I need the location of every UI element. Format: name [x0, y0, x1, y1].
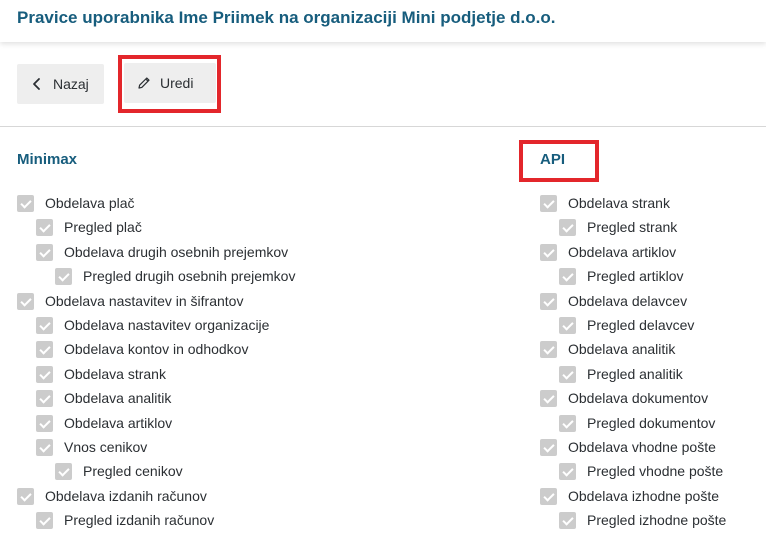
permission-label: Obdelava dokumentov — [568, 390, 709, 406]
permission-label: Pregled cenikov — [83, 463, 183, 479]
permission-item: Pregled cenikov — [55, 462, 183, 480]
checkbox[interactable] — [36, 511, 53, 529]
permission-item: Vnos cenikov — [36, 438, 147, 456]
permission-item: Obdelava analitik — [36, 389, 171, 407]
permission-item: Pregled vhodne pošte — [559, 462, 723, 480]
permission-label: Obdelava strank — [568, 195, 670, 211]
permission-item: Obdelava kontov in odhodkov — [36, 340, 248, 358]
permission-item: Pregled delavcev — [559, 316, 694, 334]
pencil-icon — [136, 75, 152, 91]
checkbox[interactable] — [559, 365, 576, 383]
permission-item: Pregled drugih osebnih prejemkov — [55, 267, 295, 285]
checkbox[interactable] — [36, 438, 53, 456]
checkbox[interactable] — [540, 389, 557, 407]
checkbox[interactable] — [17, 292, 34, 310]
permission-item: Pregled izhodne pošte — [559, 511, 726, 529]
permission-item: Pregled plač — [36, 218, 142, 236]
checkbox[interactable] — [540, 194, 557, 212]
permission-label: Obdelava analitik — [64, 390, 172, 406]
checkbox[interactable] — [559, 511, 576, 529]
permission-label: Obdelava delavcev — [568, 293, 688, 309]
checkbox[interactable] — [559, 267, 576, 285]
checkbox[interactable] — [540, 438, 557, 456]
checkbox[interactable] — [36, 365, 53, 383]
permission-label: Obdelava plač — [45, 195, 135, 211]
permission-label: Pregled vhodne pošte — [587, 463, 724, 479]
permission-item: Obdelava analitik — [540, 340, 675, 358]
permission-item: Obdelava plač — [17, 194, 135, 212]
divider — [0, 126, 766, 127]
permission-label: Obdelava analitik — [568, 341, 676, 357]
permission-label: Pregled strank — [587, 219, 678, 235]
checkbox[interactable] — [36, 340, 53, 358]
permission-label: Obdelava strank — [64, 366, 166, 382]
back-button[interactable]: Nazaj — [17, 64, 104, 104]
page-title: Pravice uporabnika Ime Priimek na organi… — [17, 8, 556, 27]
permission-item: Pregled dokumentov — [559, 414, 715, 432]
checkbox[interactable] — [540, 292, 557, 310]
edit-button[interactable]: Uredi — [124, 63, 216, 103]
chevron-left-icon — [29, 76, 45, 92]
checkbox[interactable] — [36, 218, 53, 236]
permission-item: Obdelava izdanih računov — [17, 487, 207, 505]
permission-label: Pregled plač — [64, 219, 142, 235]
permission-label: Obdelava izdanih računov — [45, 488, 207, 504]
permission-item: Obdelava artiklov — [36, 414, 172, 432]
permission-label: Obdelava artiklov — [568, 244, 677, 260]
checkbox[interactable] — [36, 389, 53, 407]
permission-item: Obdelava delavcev — [540, 292, 687, 310]
edit-button-label: Uredi — [160, 75, 194, 91]
permission-item: Pregled artiklov — [559, 267, 684, 285]
back-button-label: Nazaj — [53, 76, 89, 92]
checkbox[interactable] — [36, 316, 53, 334]
permission-label: Pregled artiklov — [587, 268, 684, 284]
permission-label: Pregled analitik — [587, 366, 683, 382]
permission-item: Obdelava dokumentov — [540, 389, 708, 407]
permission-item: Obdelava strank — [36, 365, 166, 383]
checkbox[interactable] — [540, 243, 557, 261]
permission-label: Vnos cenikov — [64, 439, 148, 455]
permission-item: Obdelava drugih osebnih prejemkov — [36, 243, 288, 261]
checkbox[interactable] — [559, 218, 576, 236]
permission-item: Pregled izdanih računov — [36, 511, 214, 529]
permission-label: Pregled dokumentov — [587, 415, 716, 431]
permission-item: Obdelava strank — [540, 194, 670, 212]
permission-item: Obdelava nastavitev in šifrantov — [17, 292, 243, 310]
permission-label: Obdelava nastavitev in šifrantov — [45, 293, 244, 309]
checkbox[interactable] — [55, 462, 72, 480]
checkbox[interactable] — [36, 414, 53, 432]
checkbox[interactable] — [36, 243, 53, 261]
checkbox[interactable] — [17, 487, 34, 505]
permission-label: Pregled drugih osebnih prejemkov — [83, 268, 296, 284]
permission-label: Pregled delavcev — [587, 317, 695, 333]
section-title-minimax: Minimax — [17, 151, 78, 168]
checkbox[interactable] — [540, 487, 557, 505]
permission-label: Obdelava drugih osebnih prejemkov — [64, 244, 289, 260]
permission-item: Obdelava izhodne pošte — [540, 487, 719, 505]
checkbox[interactable] — [540, 340, 557, 358]
permission-item: Pregled strank — [559, 218, 677, 236]
permission-label: Obdelava kontov in odhodkov — [64, 341, 249, 357]
checkbox[interactable] — [55, 267, 72, 285]
page-header: Pravice uporabnika Ime Priimek na organi… — [0, 0, 766, 42]
checkbox[interactable] — [559, 316, 576, 334]
permission-label: Obdelava artiklov — [64, 415, 173, 431]
checkbox[interactable] — [17, 194, 34, 212]
permission-label: Pregled izdanih računov — [64, 512, 215, 528]
permission-label: Obdelava izhodne pošte — [568, 488, 719, 504]
checkbox[interactable] — [559, 462, 576, 480]
checkbox[interactable] — [559, 414, 576, 432]
permission-item: Obdelava vhodne pošte — [540, 438, 716, 456]
permission-item: Pregled analitik — [559, 365, 683, 383]
permission-label: Obdelava nastavitev organizacije — [64, 317, 270, 333]
section-title-api: API — [540, 151, 566, 168]
permission-label: Obdelava vhodne pošte — [568, 439, 716, 455]
permission-item: Obdelava artiklov — [540, 243, 676, 261]
permission-item: Obdelava nastavitev organizacije — [36, 316, 269, 334]
permission-label: Pregled izhodne pošte — [587, 512, 727, 528]
